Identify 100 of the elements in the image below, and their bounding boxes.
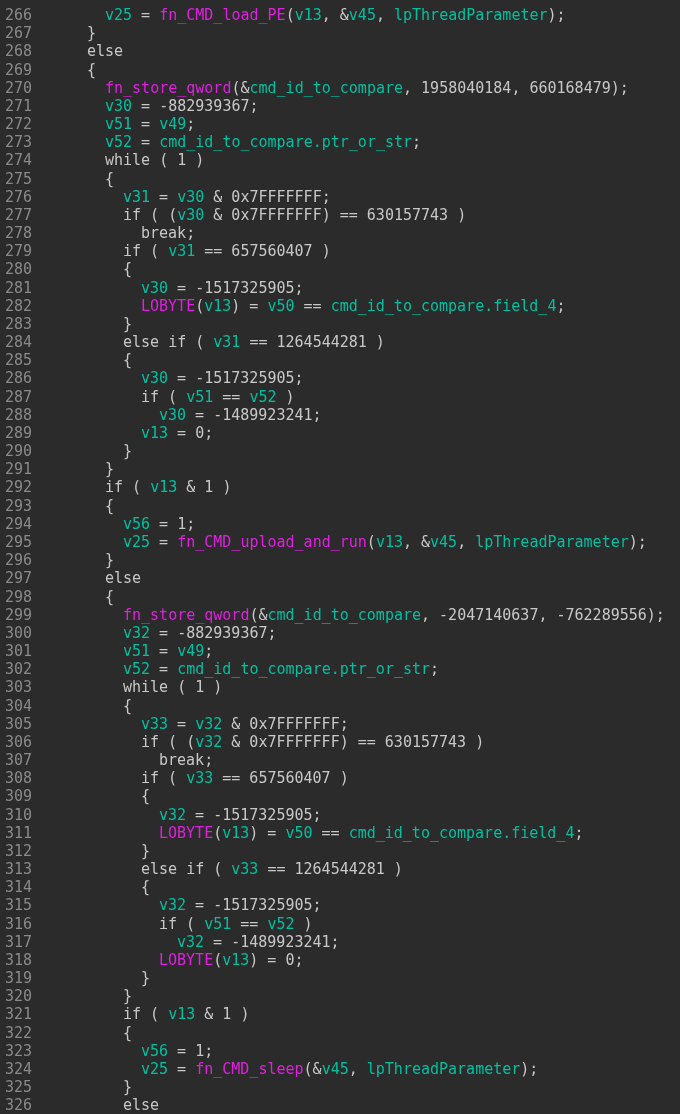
line-number: 317: [4, 932, 34, 951]
line-number: 316: [4, 914, 34, 933]
line-number: 310: [4, 805, 34, 824]
line-number: 311: [4, 823, 34, 842]
code-line: LOBYTE(v13) = v50 == cmd_id_to_compare.field_4;: [141, 296, 566, 315]
code-line: }: [141, 841, 151, 861]
line-number: 323: [4, 1041, 34, 1060]
code-line: if ( v13 & 1 ): [105, 478, 232, 497]
line-number: 319: [4, 969, 34, 988]
code-line: if ( v51 == v52 ): [159, 914, 313, 933]
code-line: break;: [141, 224, 196, 243]
code-line: {: [141, 787, 151, 806]
code-line: v52 = cmd_id_to_compare.ptr_or_str;: [123, 660, 440, 679]
line-number: 321: [4, 1005, 34, 1024]
code-line: v25 = fn_CMD_upload_and_run(v13, &v45, lpThreadParameter);: [123, 533, 647, 552]
line-number: 309: [4, 787, 34, 806]
line-number: 287: [4, 387, 34, 406]
code-line: if ( v13 & 1 ): [123, 1005, 250, 1024]
code-line: else: [87, 42, 124, 61]
line-number: 285: [4, 351, 34, 370]
line-number: 272: [4, 115, 34, 134]
code-line: else if ( v31 == 1264544281 ): [123, 333, 385, 352]
code-line: v25 = fn_CMD_load_PE(v13, &v45, lpThreadParameter);: [105, 6, 566, 25]
line-number: 299: [4, 605, 34, 624]
code-line: if ( v51 == v52 ): [141, 387, 295, 406]
line-number: 277: [4, 205, 34, 225]
code-line: v56 = 1;: [141, 1041, 214, 1060]
line-number: 274: [4, 151, 34, 170]
line-number: 293: [4, 496, 34, 515]
line-number: 325: [4, 1078, 34, 1097]
line-number: 276: [4, 187, 34, 206]
code-line: {: [105, 169, 115, 188]
line-number: 286: [4, 369, 34, 388]
line-number: 294: [4, 514, 34, 533]
code-line: }: [123, 987, 133, 1006]
line-number: 300: [4, 623, 34, 642]
line-number: 326: [4, 1096, 34, 1114]
code-line: {: [123, 351, 133, 370]
code-line: if ( (v32 & 0x7FFFFFFF) == 630157743 ): [141, 732, 485, 752]
line-number: 280: [4, 260, 34, 279]
line-number: 273: [4, 133, 34, 152]
line-number: 298: [4, 587, 34, 606]
line-number: 322: [4, 1023, 34, 1042]
line-number: 296: [4, 551, 34, 570]
line-number: 281: [4, 278, 34, 297]
code-line: LOBYTE(v13) = v50 == cmd_id_to_compare.field_4;: [159, 823, 584, 842]
code-line: {: [123, 260, 133, 279]
code-line: }: [123, 442, 133, 461]
code-line: if ( v31 == 657560407 ): [123, 242, 331, 261]
code-line: v30 = -1517325905;: [141, 278, 304, 297]
line-number: 315: [4, 896, 34, 915]
code-line: v51 = v49;: [105, 115, 196, 134]
line-number: 292: [4, 478, 34, 497]
code-line: v32 = -882939367;: [123, 623, 277, 642]
code-line: v52 = cmd_id_to_compare.ptr_or_str;: [105, 133, 422, 152]
line-number: 324: [4, 1059, 34, 1079]
line-number: 313: [4, 860, 34, 879]
code-line: }: [141, 969, 151, 988]
code-line: while ( 1 ): [105, 151, 205, 170]
line-number: 266: [4, 6, 34, 25]
code-line: v30 = -1517325905;: [141, 369, 304, 388]
line-number: 278: [4, 224, 34, 243]
code-line: {: [105, 587, 115, 606]
line-number: 305: [4, 714, 34, 733]
line-number: 289: [4, 423, 34, 443]
line-number: 268: [4, 42, 34, 61]
code-line: break;: [159, 751, 214, 770]
code-line: {: [141, 878, 151, 897]
line-number: 291: [4, 460, 34, 479]
line-number: 284: [4, 333, 34, 352]
line-number: 275: [4, 169, 34, 188]
code-line: }: [123, 314, 133, 334]
code-line: }: [105, 551, 115, 570]
code-line: v56 = 1;: [123, 514, 196, 533]
code-line: v32 = -1489923241;: [177, 932, 340, 951]
line-number: 306: [4, 732, 34, 752]
code-line: }: [123, 1078, 133, 1097]
code-line: else: [123, 1096, 160, 1114]
line-number: 267: [4, 24, 34, 43]
code-line: {: [87, 60, 97, 79]
code-line: else if ( v33 == 1264544281 ): [141, 860, 403, 879]
line-number: 301: [4, 642, 34, 661]
code-line: if ( v33 == 657560407 ): [141, 769, 349, 788]
line-number: 312: [4, 841, 34, 861]
code-line: v30 = -882939367;: [105, 96, 259, 116]
code-line: {: [123, 696, 133, 715]
line-number: 308: [4, 769, 34, 788]
line-number: 304: [4, 696, 34, 715]
code-line: {: [105, 496, 115, 515]
line-number: 314: [4, 878, 34, 897]
line-number: 288: [4, 405, 34, 424]
line-number: 270: [4, 78, 34, 97]
line-number: 269: [4, 60, 34, 79]
line-number: 303: [4, 678, 34, 697]
line-number: 271: [4, 96, 34, 116]
code-line: v33 = v32 & 0x7FFFFFFF;: [141, 714, 349, 733]
line-number: 307: [4, 751, 34, 770]
code-line: fn_store_qword(&cmd_id_to_compare, 1958040184, 660168479);: [105, 78, 629, 97]
code-line: }: [87, 24, 97, 43]
code-line: v51 = v49;: [123, 642, 214, 661]
